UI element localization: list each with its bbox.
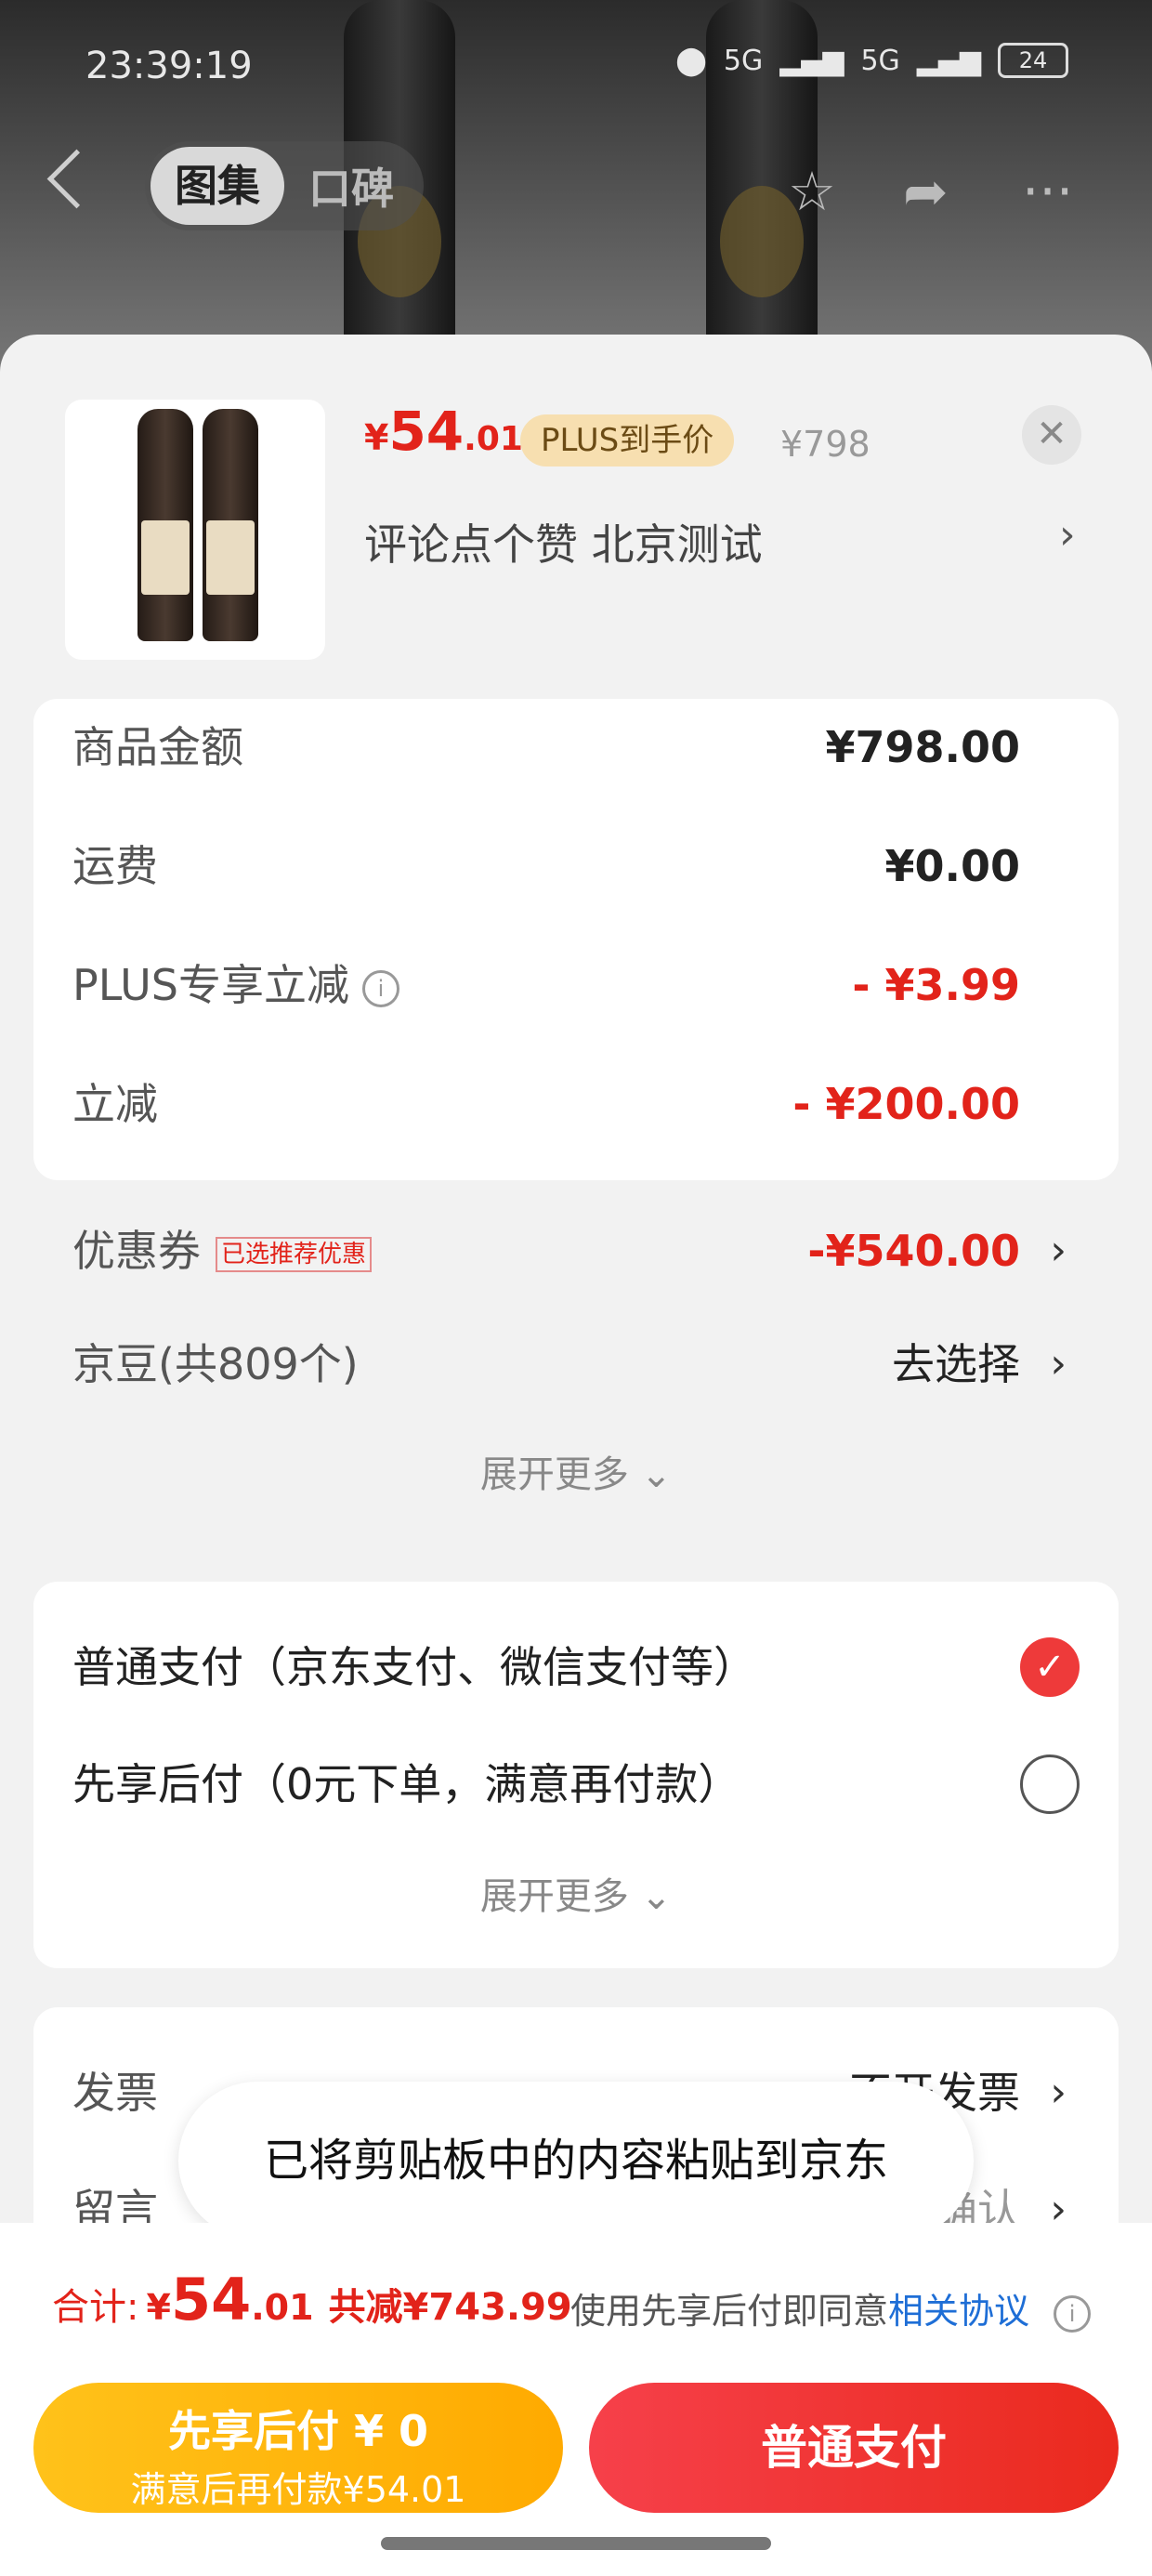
recommend-tag: 已选推荐优惠 — [216, 1236, 373, 1272]
star-icon[interactable]: ☆ — [788, 160, 836, 223]
tab-gallery[interactable]: 图集 — [151, 147, 284, 225]
coupon-area: 优惠券 已选推荐优惠 -¥540.00 › 京豆(共809个) 去选择 › 展开更… — [33, 1106, 1119, 1496]
row-label-text: PLUS专享立减 — [72, 960, 349, 1010]
total-decimal: .01 — [251, 2287, 314, 2328]
total-saved: 共减¥743.99 — [328, 2286, 572, 2329]
pay-option[interactable]: 先享后付（0元下单，满意再付款） — [72, 1747, 1076, 1821]
gallery-tabs: 图集 口碑 — [145, 141, 424, 230]
row-label: 发票 — [72, 2068, 158, 2118]
chevron-right-icon[interactable]: › — [1050, 2056, 1067, 2130]
pay-option-label: 先享后付（0元下单，满意再付款） — [72, 1759, 741, 1809]
chevron-right-icon[interactable]: › — [1059, 511, 1076, 559]
product-spec[interactable]: 评论点个赞 北京测试 — [364, 511, 763, 572]
total-integer: 54 — [170, 2266, 252, 2333]
summary-row: 运费 ¥0.00 — [72, 829, 1076, 903]
row-label: 运费 — [72, 841, 158, 891]
clipboard-toast: 已将剪贴板中的内容粘贴到京东 — [178, 2082, 974, 2240]
summary-row: 商品金额 ¥798.00 — [72, 710, 1076, 784]
share-icon[interactable]: ➦ — [903, 160, 949, 223]
info-icon[interactable]: i — [361, 969, 399, 1007]
price-currency: ¥ — [364, 417, 389, 458]
battery-icon: 24 — [998, 43, 1068, 78]
chevron-right-icon[interactable]: › — [1050, 1214, 1067, 1288]
tab-reviews[interactable]: 口碑 — [284, 155, 418, 217]
status-time: 23:39:19 — [85, 45, 253, 87]
product-thumbnail — [65, 400, 325, 660]
top-nav: 图集 口碑 ☆ ➦ ··· — [0, 139, 1152, 232]
expand-more[interactable]: 展开更多 ⌄ — [33, 1866, 1119, 1920]
plus-price-badge: PLUS到手价 — [520, 414, 735, 467]
row-value: ¥0.00 — [884, 841, 1020, 891]
checkout-footer: 合计: ¥ 54 .01 共减¥743.99 使用先享后付即同意相关协议 i 先… — [0, 2223, 1152, 2576]
location-icon: ⬤ — [675, 44, 707, 77]
back-icon[interactable] — [46, 149, 107, 209]
row-label: 优惠券 已选推荐优惠 — [72, 1214, 373, 1288]
agreement-link[interactable]: 相关协议 — [888, 2291, 1029, 2332]
total-label: 合计: — [52, 2286, 139, 2329]
plus-price: ¥ 54 .01 — [364, 400, 523, 463]
row-value: 去选择 — [892, 1339, 1020, 1389]
bottle-icon — [137, 409, 193, 641]
pay-later-button[interactable]: 先享后付 ¥ 0 满意后再付款¥54.01 — [33, 2383, 563, 2513]
original-price: ¥798 — [780, 424, 871, 465]
agreement-prefix: 使用先享后付即同意 — [570, 2291, 889, 2332]
info-icon[interactable]: i — [1054, 2294, 1092, 2333]
row-label: 商品金额 — [72, 722, 243, 772]
expand-more-label: 展开更多 — [479, 1453, 629, 1496]
close-icon[interactable]: ✕ — [1022, 405, 1081, 465]
expand-more-label: 展开更多 — [479, 1875, 629, 1918]
order-total: 合计: ¥ 54 .01 共减¥743.99 — [52, 2266, 572, 2333]
chevron-down-icon: ⌄ — [640, 1875, 673, 1918]
signal-icon: ▂▄▆ — [916, 44, 981, 77]
check-icon[interactable]: ✓ — [1020, 1637, 1080, 1697]
network-label: 5G — [860, 44, 900, 77]
beans-row[interactable]: 京豆(共809个) 去选择 › — [72, 1327, 1076, 1401]
more-icon[interactable]: ··· — [1022, 160, 1073, 223]
row-value: ¥798.00 — [825, 722, 1020, 772]
pay-now-button[interactable]: 普通支付 — [589, 2383, 1119, 2513]
pay-later-subtitle: 满意后再付款¥54.01 — [130, 2469, 466, 2510]
total-currency: ¥ — [146, 2287, 171, 2328]
agreement-text: 使用先享后付即同意相关协议 i — [570, 2282, 1092, 2333]
coupon-row[interactable]: 优惠券 已选推荐优惠 -¥540.00 › — [72, 1214, 1076, 1288]
status-indicators: ⬤ 5G ▂▄▆ 5G ▂▄▆ 24 — [675, 43, 1068, 78]
price-integer: 54 — [388, 400, 465, 463]
bottle-icon — [203, 409, 258, 641]
payment-card: 普通支付（京东支付、微信支付等） ✓ 先享后付（0元下单，满意再付款） 展开更多… — [33, 1582, 1119, 1968]
price-decimal: .01 — [464, 420, 523, 458]
pay-later-title: 先享后付 ¥ 0 — [167, 2406, 429, 2456]
summary-row: PLUS专享立减 i - ¥3.99 — [72, 948, 1076, 1022]
row-value: -¥540.00 — [807, 1226, 1020, 1276]
home-indicator — [381, 2537, 771, 2550]
row-value: - ¥3.99 — [852, 960, 1020, 1010]
row-label: PLUS专享立减 i — [72, 948, 399, 1022]
expand-more[interactable]: 展开更多 ⌄ — [33, 1444, 1119, 1498]
radio-icon[interactable] — [1020, 1755, 1080, 1814]
pay-option[interactable]: 普通支付（京东支付、微信支付等） — [72, 1630, 1076, 1704]
chevron-down-icon: ⌄ — [640, 1453, 673, 1496]
chevron-right-icon[interactable]: › — [1050, 1327, 1067, 1401]
row-label: 京豆(共809个) — [72, 1339, 359, 1389]
signal-icon: ▂▄▆ — [779, 44, 844, 77]
pay-option-label: 普通支付（京东支付、微信支付等） — [72, 1642, 756, 1692]
row-label-text: 优惠券 — [72, 1226, 201, 1276]
network-label: 5G — [723, 44, 764, 77]
